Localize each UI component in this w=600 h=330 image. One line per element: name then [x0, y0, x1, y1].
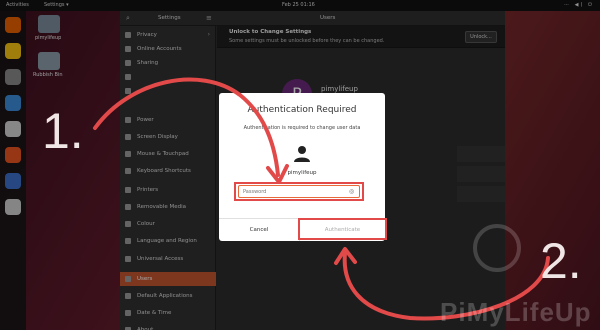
watermark-text: PiMyLifeUp	[440, 297, 592, 327]
cancel-button[interactable]: Cancel	[219, 219, 299, 241]
authenticate-highlight-box	[298, 218, 387, 240]
password-highlight-box	[234, 182, 364, 201]
dialog-username: pimylifeup	[287, 170, 317, 176]
user-icon	[294, 146, 310, 162]
dialog-title: Authentication Required	[247, 105, 357, 115]
dialog-message: Authentication is required to change use…	[243, 125, 361, 131]
step-1-label: 1.	[42, 103, 84, 159]
step-2-label: 2.	[540, 233, 582, 289]
authentication-dialog: Authentication Required Authentication i…	[219, 93, 387, 241]
